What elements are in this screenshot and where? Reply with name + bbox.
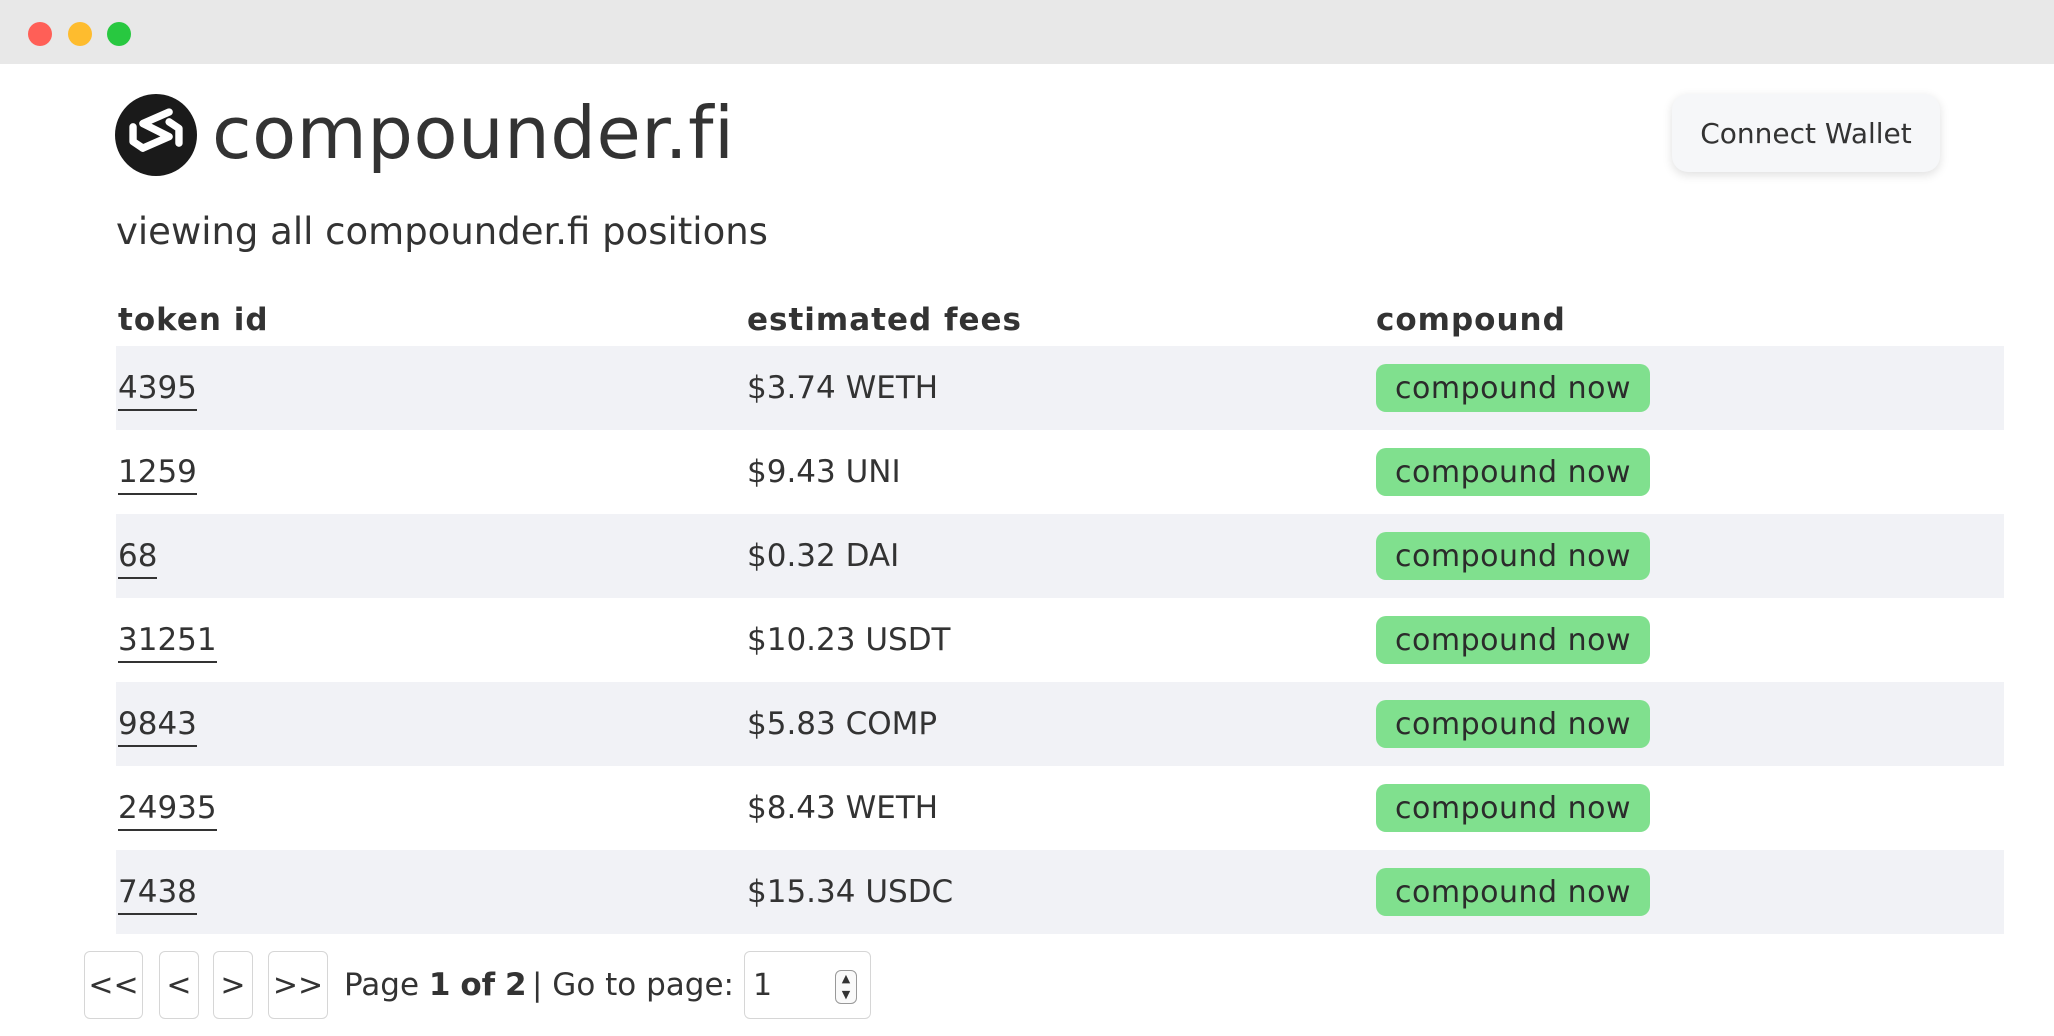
stepper-down-icon[interactable]: ▼ xyxy=(836,987,856,1003)
estimated-fees-cell: $3.74 WETH xyxy=(747,370,939,406)
token-id-cell: 4395 xyxy=(118,346,197,430)
estimated-fees-cell: $5.83 COMP xyxy=(747,706,938,742)
page-indicator: Page 1 of 2 xyxy=(344,951,527,1019)
table-row: 24935 $8.43 WETH compound now xyxy=(116,766,2004,850)
token-id-cell: 1259 xyxy=(118,430,197,514)
estimated-fees-cell: $8.43 WETH xyxy=(747,790,939,826)
token-id-cell: 7438 xyxy=(118,850,197,934)
go-to-page-input[interactable] xyxy=(753,962,823,1008)
estimated-fees-cell: $15.34 USDC xyxy=(747,874,954,910)
go-to-page-label: | Go to page: xyxy=(532,967,734,1003)
token-id-cell: 31251 xyxy=(118,598,217,682)
total-pages: 2 xyxy=(505,967,527,1003)
token-id-link[interactable]: 7438 xyxy=(118,874,197,915)
connect-wallet-button[interactable]: Connect Wallet xyxy=(1672,94,1940,172)
page-stepper[interactable]: ▲ ▼ xyxy=(835,970,857,1004)
estimated-fees-cell: $10.23 USDT xyxy=(747,622,951,658)
compound-now-button[interactable]: compound now xyxy=(1376,364,1650,412)
token-id-link[interactable]: 4395 xyxy=(118,370,197,411)
table-row: 68 $0.32 DAI compound now xyxy=(116,514,2004,598)
table-row: 4395 $3.74 WETH compound now xyxy=(116,346,2004,430)
of-word: of xyxy=(460,967,496,1003)
brand-name: compounder.fi xyxy=(212,91,735,175)
compound-now-button[interactable]: compound now xyxy=(1376,700,1650,748)
token-id-cell: 68 xyxy=(118,514,158,598)
previous-page-button[interactable]: < xyxy=(159,951,199,1019)
page-word: Page xyxy=(344,967,420,1003)
token-id-link[interactable]: 31251 xyxy=(118,622,217,663)
table-row: 31251 $10.23 USDT compound now xyxy=(116,598,2004,682)
next-page-button[interactable]: > xyxy=(213,951,253,1019)
stepper-up-icon[interactable]: ▲ xyxy=(836,971,856,987)
go-to-page-field: ▲ ▼ xyxy=(744,951,871,1019)
window-minimize-button[interactable] xyxy=(68,22,92,46)
token-id-link[interactable]: 68 xyxy=(118,538,158,579)
pagination: << < > >> Page 1 of 2 | Go to page: ▲ ▼ xyxy=(84,951,1084,1019)
token-id-link[interactable]: 9843 xyxy=(118,706,197,747)
window-close-button[interactable] xyxy=(28,22,52,46)
current-page: 1 xyxy=(428,967,451,1003)
table-header: token id estimated fees compound xyxy=(116,294,2004,346)
table-row: 7438 $15.34 USDC compound now xyxy=(116,850,2004,934)
page-subtitle: viewing all compounder.fi positions xyxy=(116,210,768,253)
compound-now-button[interactable]: compound now xyxy=(1376,448,1650,496)
token-id-cell: 24935 xyxy=(118,766,217,850)
table-row: 1259 $9.43 UNI compound now xyxy=(116,430,2004,514)
compound-now-button[interactable]: compound now xyxy=(1376,532,1650,580)
token-id-link[interactable]: 24935 xyxy=(118,790,217,831)
table-row: 9843 $5.83 COMP compound now xyxy=(116,682,2004,766)
estimated-fees-cell: $9.43 UNI xyxy=(747,454,901,490)
token-id-cell: 9843 xyxy=(118,682,197,766)
window-maximize-button[interactable] xyxy=(107,22,131,46)
header-token-id: token id xyxy=(118,302,269,338)
compound-now-button[interactable]: compound now xyxy=(1376,616,1650,664)
compounder-logo-icon xyxy=(115,94,197,176)
last-page-button[interactable]: >> xyxy=(268,951,328,1019)
token-id-link[interactable]: 1259 xyxy=(118,454,197,495)
window-titlebar xyxy=(0,0,2054,64)
compound-now-button[interactable]: compound now xyxy=(1376,868,1650,916)
positions-table: token id estimated fees compound 4395 $3… xyxy=(116,294,2004,934)
header-estimated-fees: estimated fees xyxy=(747,302,1022,338)
header-compound: compound xyxy=(1376,302,1566,338)
page-content: compounder.fi Connect Wallet viewing all… xyxy=(0,64,2054,1036)
estimated-fees-cell: $0.32 DAI xyxy=(747,538,900,574)
compound-now-button[interactable]: compound now xyxy=(1376,784,1650,832)
first-page-button[interactable]: << xyxy=(84,951,143,1019)
